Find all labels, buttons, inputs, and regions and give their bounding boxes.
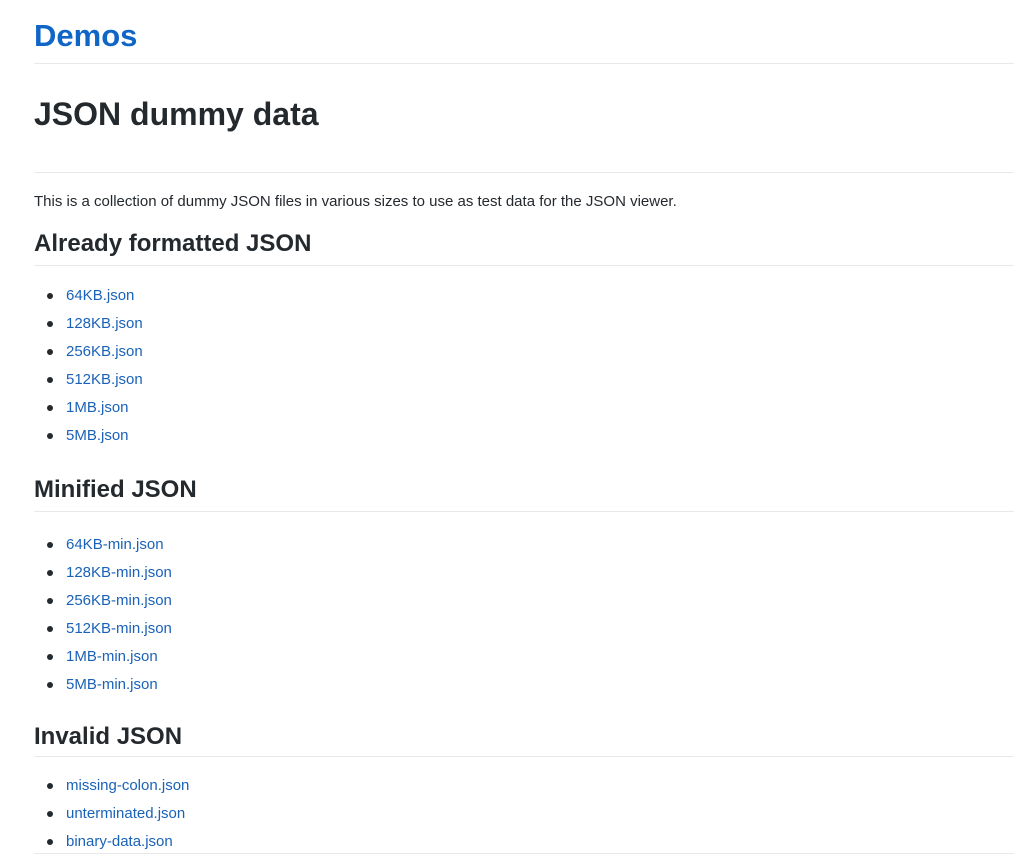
bullet-icon <box>47 293 53 299</box>
file-link[interactable]: 1MB-min.json <box>66 648 158 665</box>
list-item: 128KB-min.json <box>47 559 1014 587</box>
page-title: JSON dummy data <box>34 64 1014 173</box>
file-link[interactable]: 256KB.json <box>66 343 143 360</box>
section-title-formatted: Already formatted JSON <box>34 229 1014 266</box>
file-link[interactable]: 64KB.json <box>66 287 134 304</box>
main-content: JSON dummy data This is a collection of … <box>34 64 1014 856</box>
file-link[interactable]: 512KB.json <box>66 371 143 388</box>
page: Demos JSON dummy data This is a collecti… <box>34 0 1014 856</box>
list-item: 64KB.json <box>47 282 1014 310</box>
bullet-icon <box>47 626 53 632</box>
file-link[interactable]: 256KB-min.json <box>66 592 172 609</box>
bullet-icon <box>47 783 53 789</box>
list-item: 5MB-min.json <box>47 671 1014 699</box>
bullet-icon <box>47 433 53 439</box>
list-item: 512KB-min.json <box>47 615 1014 643</box>
list-item: 512KB.json <box>47 366 1014 394</box>
footer-divider <box>34 853 1014 854</box>
file-link[interactable]: 128KB.json <box>66 315 143 332</box>
list-item: 256KB-min.json <box>47 587 1014 615</box>
list-item: 1MB-min.json <box>47 643 1014 671</box>
file-link[interactable]: 64KB-min.json <box>66 536 164 553</box>
site-title-link[interactable]: Demos <box>34 16 137 56</box>
file-list-minified: 64KB-min.json 128KB-min.json 256KB-min.j… <box>34 512 1014 699</box>
bullet-icon <box>47 598 53 604</box>
bullet-icon <box>47 839 53 845</box>
list-item: 128KB.json <box>47 310 1014 338</box>
file-link[interactable]: 512KB-min.json <box>66 620 172 637</box>
file-link[interactable]: 5MB.json <box>66 427 129 444</box>
list-item: 5MB.json <box>47 422 1014 450</box>
list-item: missing-colon.json <box>47 772 1014 800</box>
bullet-icon <box>47 542 53 548</box>
bullet-icon <box>47 377 53 383</box>
list-item: 256KB.json <box>47 338 1014 366</box>
file-link[interactable]: unterminated.json <box>66 805 185 822</box>
list-item: 1MB.json <box>47 394 1014 422</box>
list-item: unterminated.json <box>47 800 1014 828</box>
bullet-icon <box>47 654 53 660</box>
file-link[interactable]: 1MB.json <box>66 399 129 416</box>
file-link[interactable]: 128KB-min.json <box>66 564 172 581</box>
section-title-minified: Minified JSON <box>34 475 1014 512</box>
site-header: Demos <box>34 0 1014 64</box>
bullet-icon <box>47 405 53 411</box>
file-list-formatted: 64KB.json 128KB.json 256KB.json 512KB.js… <box>34 266 1014 450</box>
intro-text: This is a collection of dummy JSON files… <box>34 193 677 210</box>
list-item: binary-data.json <box>47 828 1014 856</box>
list-item: 64KB-min.json <box>47 531 1014 559</box>
file-link[interactable]: missing-colon.json <box>66 777 189 794</box>
file-link[interactable]: binary-data.json <box>66 833 173 850</box>
bullet-icon <box>47 570 53 576</box>
bullet-icon <box>47 811 53 817</box>
page-title-text: JSON dummy data <box>34 96 319 132</box>
bullet-icon <box>47 349 53 355</box>
file-list-invalid: missing-colon.json unterminated.json bin… <box>34 757 1014 856</box>
bullet-icon <box>47 321 53 327</box>
bullet-icon <box>47 682 53 688</box>
section-title-invalid: Invalid JSON <box>34 722 1014 757</box>
file-link[interactable]: 5MB-min.json <box>66 676 158 693</box>
